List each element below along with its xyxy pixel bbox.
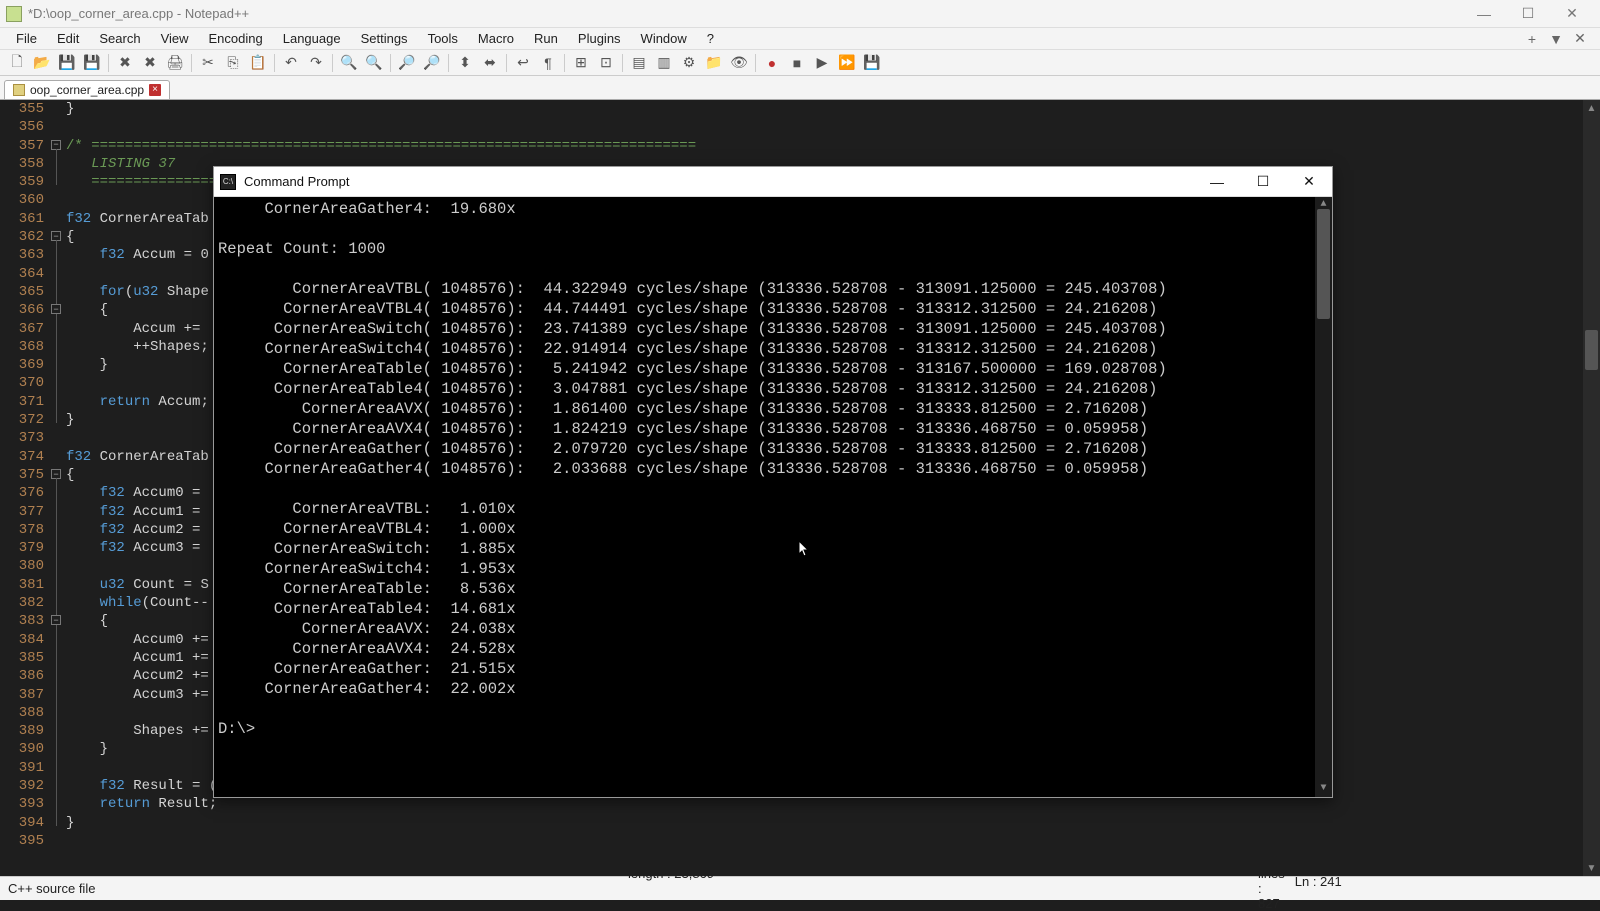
cmd-scrollbar[interactable]: ▲ ▼ [1315, 197, 1332, 797]
tab-file[interactable]: oop_corner_area.cpp × [4, 80, 170, 99]
cmd-titlebar[interactable]: C:\ Command Prompt — ☐ ✕ [214, 167, 1332, 197]
close-button[interactable]: ✕ [1550, 0, 1594, 28]
close-file-icon[interactable]: ✖ [114, 53, 136, 73]
close-all-icon[interactable]: ✖ [139, 53, 161, 73]
menubar: File Edit Search View Encoding Language … [0, 28, 1600, 50]
menu-close-icon[interactable]: ✕ [1570, 30, 1590, 48]
cmd-minimize-button[interactable]: — [1194, 167, 1240, 197]
sync-h-icon[interactable]: ⬌ [479, 53, 501, 73]
app-icon [6, 6, 22, 22]
replace-icon[interactable]: 🔍 [363, 53, 385, 73]
menu-search[interactable]: Search [89, 29, 150, 48]
scrollbar-thumb[interactable] [1585, 330, 1598, 370]
tab-filename: oop_corner_area.cpp [30, 83, 144, 97]
command-prompt-window: C:\ Command Prompt — ☐ ✕ CornerAreaGathe… [213, 166, 1333, 798]
find-icon[interactable]: 🔍 [338, 53, 360, 73]
menu-edit[interactable]: Edit [47, 29, 89, 48]
sync-v-icon[interactable]: ⬍ [454, 53, 476, 73]
line-gutter: 355 356 357 358 359 360 361 362 363 364 … [0, 100, 50, 876]
cmd-maximize-button[interactable]: ☐ [1240, 167, 1286, 197]
maximize-button[interactable]: ☐ [1506, 0, 1550, 28]
print-icon[interactable]: 🖨 [164, 53, 186, 73]
undo-icon[interactable]: ↶ [280, 53, 302, 73]
stop-icon[interactable]: ■ [786, 53, 808, 73]
wordwrap-icon[interactable]: ↩ [512, 53, 534, 73]
statusbar: C++ source file length : 23,869 lines : … [0, 876, 1600, 900]
func-list-icon[interactable]: ⚙ [678, 53, 700, 73]
play-icon[interactable]: ▶ [811, 53, 833, 73]
save-icon[interactable]: 💾 [56, 53, 78, 73]
doc-list-icon[interactable]: ▥ [653, 53, 675, 73]
open-file-icon[interactable]: 📂 [31, 53, 53, 73]
save-macro-icon[interactable]: 💾 [861, 53, 883, 73]
cut-icon[interactable]: ✂ [197, 53, 219, 73]
save-all-icon[interactable]: 💾 [81, 53, 103, 73]
fold-column[interactable]: −−−−− [50, 100, 64, 876]
menu-plugins[interactable]: Plugins [568, 29, 631, 48]
menu-settings[interactable]: Settings [351, 29, 418, 48]
indent-guide-icon[interactable]: ⊞ [570, 53, 592, 73]
paste-icon[interactable]: 📋 [247, 53, 269, 73]
window-controls: — ☐ ✕ [1462, 0, 1594, 28]
titlebar: *D:\oop_corner_area.cpp - Notepad++ — ☐ … [0, 0, 1600, 28]
folder-icon[interactable]: 📁 [703, 53, 725, 73]
menu-encoding[interactable]: Encoding [199, 29, 273, 48]
monitor-icon[interactable]: 👁 [728, 53, 750, 73]
vertical-scrollbar[interactable]: ▲ ▼ [1583, 100, 1600, 876]
cmd-scrollbar-thumb[interactable] [1317, 209, 1330, 319]
fold-icon[interactable]: + [1522, 30, 1542, 48]
menu-run[interactable]: Run [524, 29, 568, 48]
redo-icon[interactable]: ↷ [305, 53, 327, 73]
menu-file[interactable]: File [6, 29, 47, 48]
zoom-out-icon[interactable]: 🔎 [421, 53, 443, 73]
cmd-close-button[interactable]: ✕ [1286, 167, 1332, 197]
scroll-up-icon[interactable]: ▲ [1583, 100, 1600, 116]
cmd-scroll-down-icon[interactable]: ▼ [1315, 781, 1332, 797]
menu-window[interactable]: Window [631, 29, 697, 48]
cmd-icon: C:\ [220, 174, 236, 190]
doc-map-icon[interactable]: ▤ [628, 53, 650, 73]
menu-language[interactable]: Language [273, 29, 351, 48]
file-type-icon [13, 84, 25, 96]
zoom-in-icon[interactable]: 🔎 [396, 53, 418, 73]
scroll-down-icon[interactable]: ▼ [1583, 860, 1600, 876]
play-multi-icon[interactable]: ⏩ [836, 53, 858, 73]
minimize-button[interactable]: — [1462, 0, 1506, 28]
lang-icon[interactable]: ⊡ [595, 53, 617, 73]
menu-tools[interactable]: Tools [418, 29, 468, 48]
tabbar: oop_corner_area.cpp × [0, 76, 1600, 100]
menu-macro[interactable]: Macro [468, 29, 524, 48]
record-icon[interactable]: ● [761, 53, 783, 73]
copy-icon[interactable]: ⎘ [222, 53, 244, 73]
cmd-output[interactable]: CornerAreaGather4: 19.680x Repeat Count:… [214, 197, 1332, 797]
tab-close-icon[interactable]: × [149, 84, 161, 96]
new-file-icon[interactable]: 🗋 [6, 53, 28, 73]
menu-view[interactable]: View [151, 29, 199, 48]
title-text: *D:\oop_corner_area.cpp - Notepad++ [28, 6, 249, 21]
show-chars-icon[interactable]: ¶ [537, 53, 559, 73]
cmd-title-text: Command Prompt [244, 174, 349, 189]
status-filetype: C++ source file [8, 877, 628, 900]
menu-help[interactable]: ? [697, 29, 724, 48]
dropdown-icon[interactable]: ▼ [1546, 30, 1566, 48]
toolbar: 🗋 📂 💾 💾 ✖ ✖ 🖨 ✂ ⎘ 📋 ↶ ↷ 🔍 🔍 🔎 🔎 ⬍ ⬌ ↩ ¶ … [0, 50, 1600, 76]
